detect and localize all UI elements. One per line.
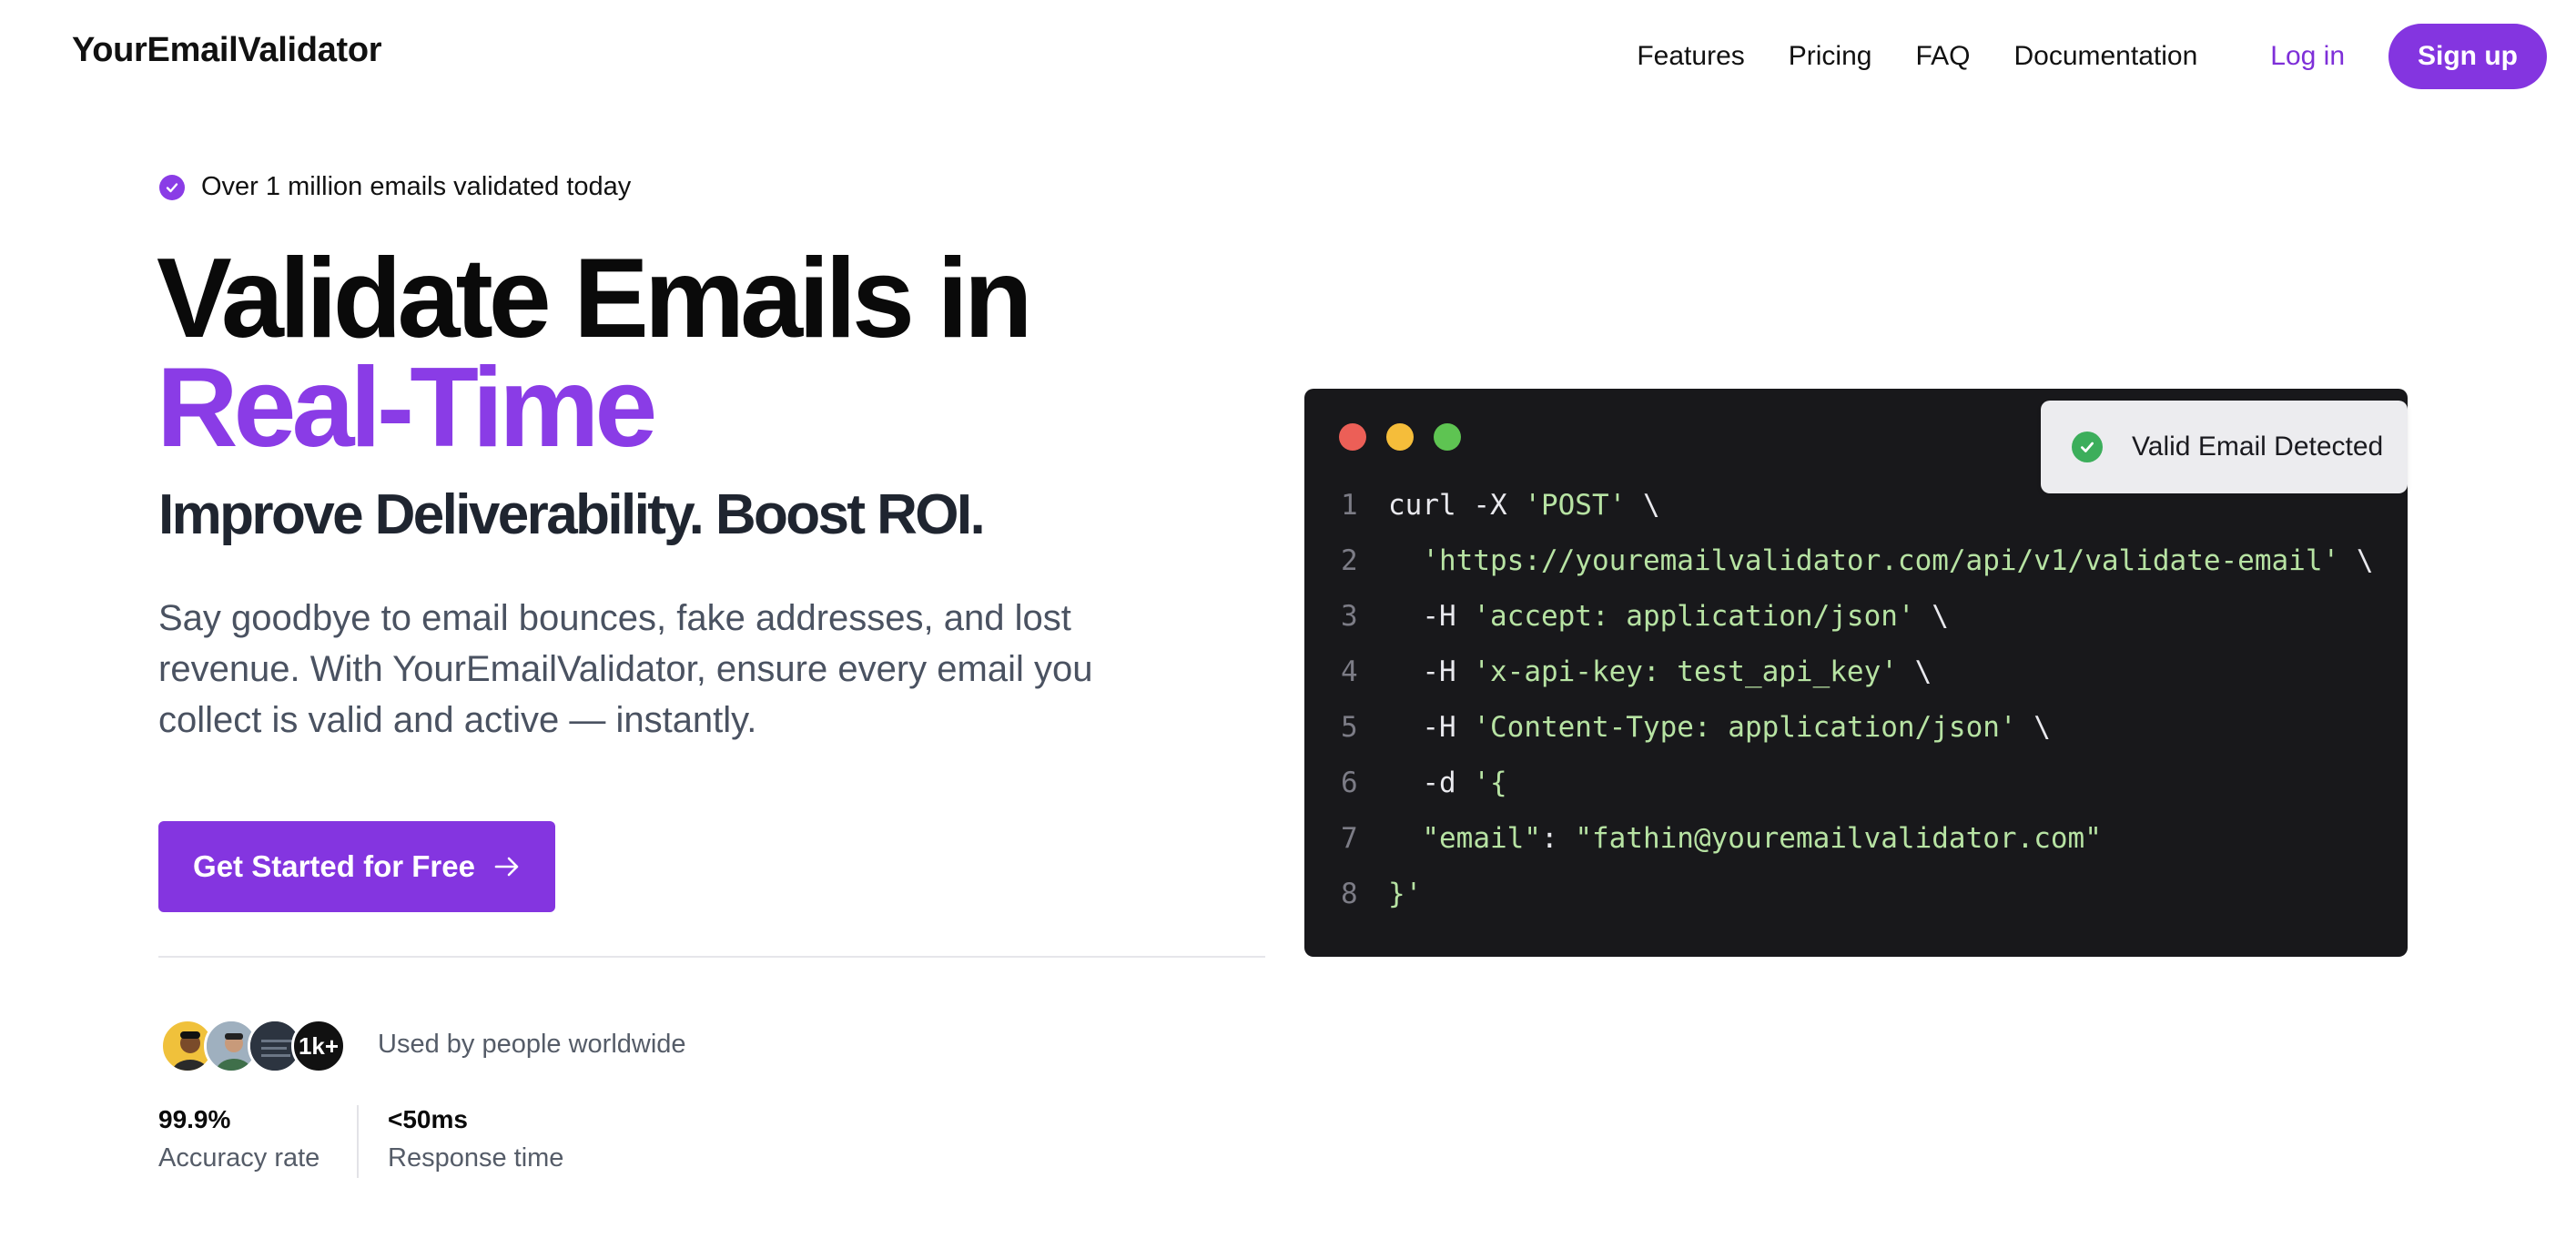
code-token: "email" xyxy=(1388,822,1541,855)
code-token: -H xyxy=(1388,711,1474,744)
code-token: \ xyxy=(1914,600,1949,633)
check-circle-icon xyxy=(159,174,185,200)
code-line: 2 'https://youremailvalidator.com/api/v1… xyxy=(1304,544,2408,600)
code-token: \ xyxy=(1626,489,1660,522)
badge-text: Over 1 million emails validated today xyxy=(201,172,632,201)
line-number: 2 xyxy=(1341,544,1358,577)
get-started-label: Get Started for Free xyxy=(193,849,475,883)
line-number: 7 xyxy=(1341,822,1358,855)
maximize-dot-icon xyxy=(1434,423,1461,451)
brand-logo[interactable]: YourEmailValidator xyxy=(72,31,382,70)
code-token: curl -X xyxy=(1388,489,1525,522)
line-number: 6 xyxy=(1341,767,1358,799)
hero-title: Validate Emails in Real-Time xyxy=(157,242,1340,471)
close-dot-icon xyxy=(1339,423,1366,451)
nav-faq[interactable]: FAQ xyxy=(1915,41,1970,72)
code-token: }' xyxy=(1388,878,1423,910)
code-line: 5 -H 'Content-Type: application/json' \ xyxy=(1304,711,2408,767)
code-lines: 1 curl -X 'POST' \ 2 'https://youremailval… xyxy=(1304,489,2408,933)
users-worldwide-text: Used by people worldwide xyxy=(378,1030,686,1059)
hero-subtitle: Improve Deliverability. Boost ROI. xyxy=(158,483,986,546)
toast-text: Valid Email Detected xyxy=(2132,432,2384,462)
code-text: -H 'accept: application/json' \ xyxy=(1388,600,1949,633)
stat-value: 99.9% xyxy=(158,1105,231,1133)
code-line: 7 "email": "fathin@youremailvalidator.co… xyxy=(1304,822,2408,878)
line-number: 4 xyxy=(1341,655,1358,688)
avatar-more: 1k+ xyxy=(291,1019,346,1073)
code-token: '{ xyxy=(1473,767,1507,799)
valid-email-toast: Valid Email Detected xyxy=(2041,401,2408,493)
code-token: 'accept: application/json' xyxy=(1473,600,1915,633)
top-nav: Features Pricing FAQ Documentation Log i… xyxy=(1637,24,2547,89)
code-token: 'POST' xyxy=(1524,489,1627,522)
section-divider xyxy=(158,956,1265,958)
check-circle-icon xyxy=(2072,432,2103,462)
stat-divider xyxy=(357,1105,359,1178)
stat-value: <50ms xyxy=(388,1105,468,1133)
code-token: -d xyxy=(1388,767,1474,799)
stat-label: Accuracy rate xyxy=(158,1143,320,1173)
code-line: 8 }' xyxy=(1304,878,2408,933)
code-token: \ xyxy=(2339,544,2374,577)
get-started-button[interactable]: Get Started for Free xyxy=(158,821,555,912)
validated-badge: Over 1 million emails validated today xyxy=(159,172,631,202)
code-token: : xyxy=(1540,822,1576,855)
window-controls xyxy=(1339,423,1481,451)
code-text: "email": "fathin@youremailvalidator.com" xyxy=(1388,822,2102,855)
code-token: 'Content-Type: application/json' xyxy=(1473,711,2017,744)
login-link[interactable]: Log in xyxy=(2270,41,2345,72)
code-token: -H xyxy=(1388,600,1474,633)
arrow-right-icon xyxy=(493,856,521,878)
code-text: -H 'Content-Type: application/json' \ xyxy=(1388,711,2051,744)
user-avatars: 1k+ xyxy=(160,1019,346,1073)
hero-title-accent: Real-Time xyxy=(157,345,657,471)
nav-features[interactable]: Features xyxy=(1637,41,1744,72)
code-token: -H xyxy=(1388,655,1474,688)
code-text: 'https://youremailvalidator.com/api/v1/v… xyxy=(1388,544,2374,577)
code-line: 3 -H 'accept: application/json' \ xyxy=(1304,600,2408,655)
code-text: -H 'x-api-key: test_api_key' \ xyxy=(1388,655,1932,688)
code-token: \ xyxy=(1897,655,1932,688)
signup-button[interactable]: Sign up xyxy=(2388,24,2547,89)
line-number: 8 xyxy=(1341,878,1358,910)
line-number: 5 xyxy=(1341,711,1358,744)
nav-documentation[interactable]: Documentation xyxy=(2013,41,2197,72)
nav-pricing[interactable]: Pricing xyxy=(1789,41,1872,72)
code-text: }' xyxy=(1388,878,1422,910)
code-token: 'x-api-key: test_api_key' xyxy=(1473,655,1898,688)
hero-description: Say goodbye to email bounces, fake addre… xyxy=(158,598,1093,740)
code-line: 4 -H 'x-api-key: test_api_key' \ xyxy=(1304,655,2408,711)
line-number: 1 xyxy=(1341,489,1358,522)
code-text: -d '{ xyxy=(1388,767,1507,799)
code-line: 1 curl -X 'POST' \ xyxy=(1304,489,2408,544)
code-token: "fathin@youremailvalidator.com" xyxy=(1575,822,2102,855)
stat-response-time: <50ms Response time xyxy=(388,1105,563,1173)
line-number: 3 xyxy=(1341,600,1358,633)
stat-accuracy: 99.9% Accuracy rate xyxy=(158,1105,319,1173)
code-token: 'https://youremailvalidator.com/api/v1/v… xyxy=(1388,544,2340,577)
hero-title-line1: Validate Emails in xyxy=(157,236,1033,361)
code-text: curl -X 'POST' \ xyxy=(1388,489,1660,522)
code-line: 6 -d '{ xyxy=(1304,767,2408,822)
stat-label: Response time xyxy=(388,1143,564,1173)
minimize-dot-icon xyxy=(1386,423,1414,451)
code-token: \ xyxy=(2016,711,2051,744)
landing-page: YourEmailValidator Features Pricing FAQ … xyxy=(0,0,2576,1249)
